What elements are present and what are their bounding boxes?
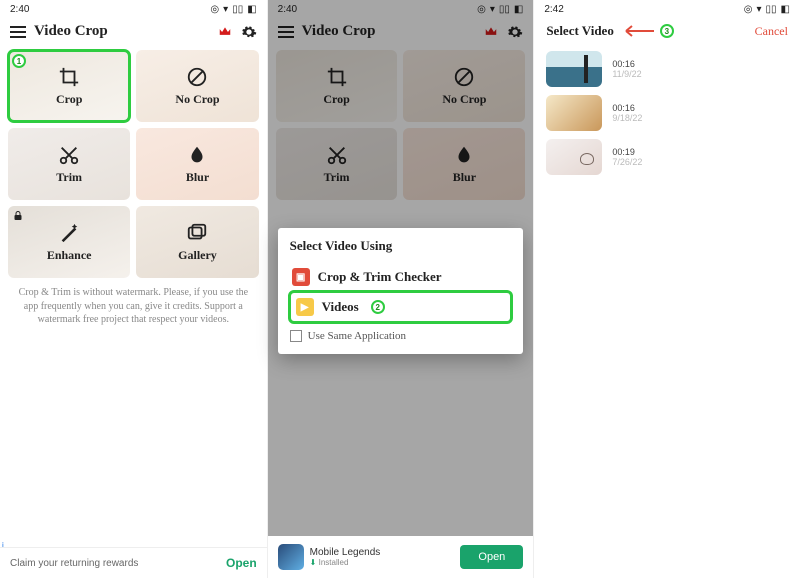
video-date: 7/26/22	[612, 157, 642, 167]
ad-app-sub: Installed	[310, 558, 381, 567]
video-duration: 00:16	[612, 59, 641, 69]
app-topbar: Video Crop	[0, 17, 267, 50]
tile-enhance[interactable]: Enhance	[8, 206, 130, 278]
video-thumbnail	[546, 51, 602, 87]
step-badge-3: 3	[660, 24, 674, 38]
tile-crop[interactable]: 1 Crop	[8, 50, 130, 122]
tile-label: Crop	[56, 92, 82, 107]
status-icons: ◎▾▯▯◧	[210, 4, 256, 15]
screen-1-main: 2:40 ◎▾▯▯◧ Video Crop 1 Crop No Crop	[0, 0, 267, 578]
screen-2-dialog: 2:40 ◎▾▯▯◧ Video Crop Crop No Crop Trim …	[267, 0, 534, 578]
status-bar: 2:42 ◎▾▯▯◧	[534, 0, 800, 17]
checkbox-icon[interactable]	[290, 330, 302, 342]
select-video-header: Select Video 3 Cancel	[534, 17, 800, 45]
ad-text: Claim your returning rewards	[10, 558, 138, 569]
app-icon-yellow: ▶	[296, 298, 314, 316]
footer-note: Crop & Trim is without watermark. Please…	[0, 278, 267, 335]
select-video-title: Select Video	[546, 23, 614, 39]
ad-open-button[interactable]: Open	[460, 545, 523, 569]
video-item[interactable]: 00:19 7/26/22	[546, 139, 788, 175]
ad-chip: Mobile Legends Installed	[278, 544, 381, 570]
status-bar: 2:40 ◎▾▯▯◧	[0, 0, 267, 17]
dialog-option-label: Videos	[322, 299, 359, 315]
video-date: 11/9/22	[612, 69, 641, 79]
ad-bar[interactable]: Mobile Legends Installed Open	[268, 536, 534, 578]
scissors-icon	[58, 144, 80, 166]
wand-icon	[58, 222, 80, 244]
settings-icon[interactable]	[241, 24, 257, 40]
tile-blur[interactable]: Blur	[136, 128, 258, 200]
video-thumbnail	[546, 95, 602, 131]
tile-label: Blur	[186, 170, 209, 185]
status-icons: ◎▾▯▯◧	[744, 4, 790, 15]
dialog-title: Select Video Using	[290, 238, 512, 254]
step-badge-2: 2	[371, 300, 385, 314]
tile-label: Gallery	[178, 248, 217, 263]
tile-trim[interactable]: Trim	[8, 128, 130, 200]
video-date: 9/18/22	[612, 113, 642, 123]
screen-3-select-video: 2:42 ◎▾▯▯◧ Select Video 3 Cancel 00:16 1…	[533, 0, 800, 578]
video-item[interactable]: 00:16 9/18/22	[546, 95, 788, 131]
app-icon-red: ▣	[292, 268, 310, 286]
video-list: 00:16 11/9/22 00:16 9/18/22 00:19 7/26/2…	[534, 45, 800, 181]
tile-label: Trim	[56, 170, 82, 185]
tile-gallery[interactable]: Gallery	[136, 206, 258, 278]
cancel-button[interactable]: Cancel	[755, 24, 788, 39]
select-video-dialog: Select Video Using ▣ Crop & Trim Checker…	[278, 228, 524, 354]
video-duration: 00:19	[612, 147, 642, 157]
ad-app-icon	[278, 544, 304, 570]
status-time: 2:40	[10, 4, 29, 15]
ad-open-link[interactable]: Open	[226, 556, 257, 570]
lock-icon	[12, 210, 24, 222]
dialog-option-label: Crop & Trim Checker	[318, 269, 442, 285]
tile-label: Enhance	[47, 248, 92, 263]
no-crop-icon	[186, 66, 208, 88]
tile-no-crop[interactable]: No Crop	[136, 50, 258, 122]
blur-icon	[186, 144, 208, 166]
dialog-option-crop-trim-checker[interactable]: ▣ Crop & Trim Checker	[290, 262, 512, 292]
dialog-option-videos[interactable]: ▶ Videos 2	[290, 292, 512, 322]
arrow-icon	[620, 25, 654, 37]
gallery-icon	[186, 222, 208, 244]
use-same-app-row[interactable]: Use Same Application	[290, 330, 512, 342]
video-duration: 00:16	[612, 103, 642, 113]
checkbox-label: Use Same Application	[308, 330, 406, 342]
tool-grid: 1 Crop No Crop Trim Blur Enhance	[0, 50, 267, 278]
ad-bar[interactable]: Claim your returning rewards Open	[0, 547, 267, 578]
status-time: 2:42	[544, 4, 563, 15]
video-thumbnail	[546, 139, 602, 175]
crop-icon	[58, 66, 80, 88]
app-title: Video Crop	[34, 23, 209, 40]
tile-label: No Crop	[175, 92, 219, 107]
crown-icon[interactable]	[217, 25, 233, 39]
menu-icon[interactable]	[10, 26, 26, 38]
step-badge-1: 1	[12, 54, 26, 68]
ad-app-title: Mobile Legends	[310, 547, 381, 558]
video-item[interactable]: 00:16 11/9/22	[546, 51, 788, 87]
